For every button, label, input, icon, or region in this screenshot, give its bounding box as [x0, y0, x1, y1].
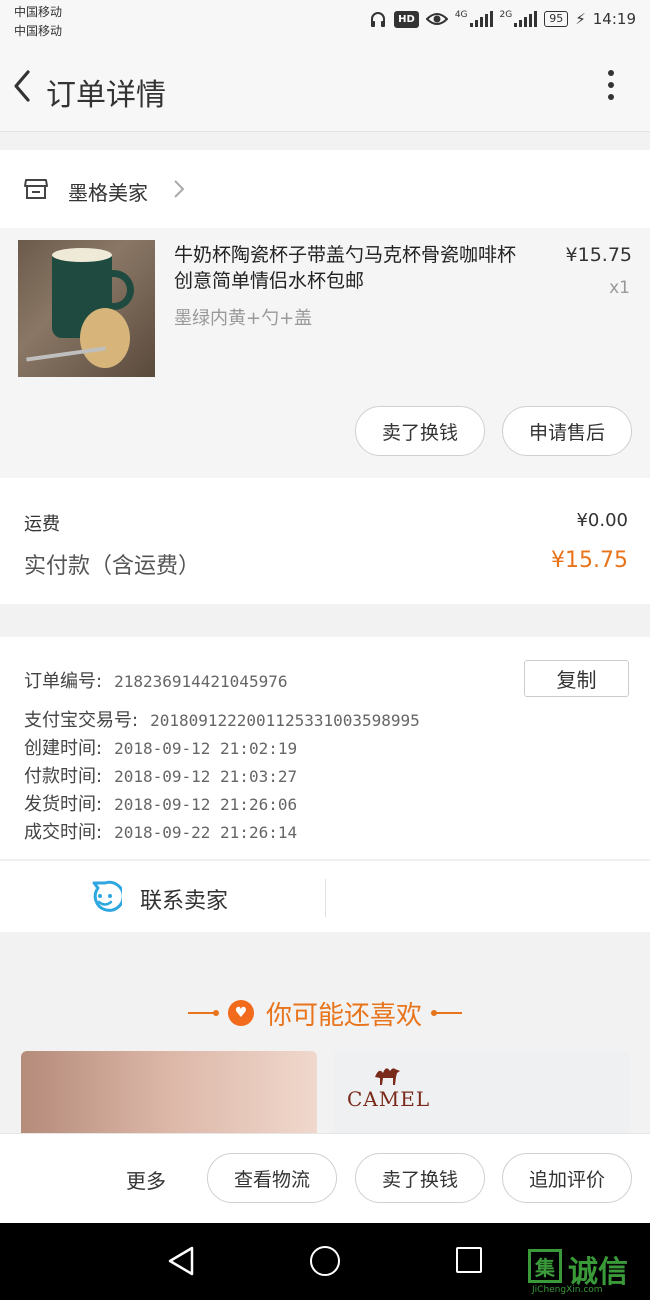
contact-bar: 联系卖家	[0, 860, 650, 932]
fee-summary: 运费 ¥0.00 实付款（含运费） ¥15.75	[0, 478, 650, 604]
order-number-row: 订单编号: 218236914421045976	[24, 671, 288, 692]
eye-icon	[425, 13, 448, 25]
product-title[interactable]: 牛奶杯陶瓷杯子带盖勺马克杯骨瓷咖啡杯创意简单情侣水杯包邮	[174, 242, 529, 294]
status-bar: 中国移动 中国移动 HD 4G 2G 95 ⚡ 14:19	[0, 0, 650, 48]
charging-icon: ⚡	[575, 10, 586, 28]
product-item[interactable]: 牛奶杯陶瓷杯子带盖勺马克杯骨瓷咖啡杯创意简单情侣水杯包邮 墨绿内黄+勺+盖 ¥1…	[0, 228, 650, 478]
signal-2g-icon: 2G	[500, 11, 538, 27]
divider	[325, 879, 326, 917]
completed-time-row: 成交时间: 2018-09-22 21:26:14	[24, 822, 298, 843]
product-price: ¥15.75	[565, 244, 632, 266]
view-logistics-button[interactable]: 查看物流	[207, 1153, 337, 1203]
decor-line	[187, 1010, 219, 1016]
store-row[interactable]: 墨格美家	[0, 150, 650, 228]
battery-indicator: 95	[544, 11, 569, 27]
recommend-card[interactable]	[21, 1051, 317, 1133]
add-review-button[interactable]: 追加评价	[502, 1153, 632, 1203]
headphones-icon	[371, 12, 386, 27]
brand-logo: CAMEL	[347, 1087, 431, 1111]
contact-seller-button[interactable]: 联系卖家	[140, 883, 228, 915]
paid-time-row: 付款时间: 2018-09-12 21:03:27	[24, 766, 298, 787]
nav-bar: 订单详情	[0, 48, 650, 132]
back-arrow-icon[interactable]	[8, 66, 38, 106]
carrier-1: 中国移动	[14, 5, 63, 19]
watermark-url: JiChengXin.com	[532, 1285, 603, 1295]
product-thumbnail[interactable]	[18, 240, 155, 377]
created-time-row: 创建时间: 2018-09-12 21:02:19	[24, 738, 298, 759]
store-icon	[24, 179, 48, 199]
watermark-logo: 集 诚信 JiChengXin.com	[524, 1227, 644, 1297]
after-sales-button[interactable]: 申请售后	[502, 406, 632, 456]
camel-logo-icon	[375, 1068, 400, 1085]
system-nav-bar: 集 诚信 JiChengXin.com	[0, 1223, 650, 1300]
status-icons: HD 4G 2G 95 ⚡ 14:19	[369, 10, 636, 28]
carrier-2: 中国移动	[14, 24, 63, 38]
chevron-right-icon	[174, 180, 185, 198]
store-name: 墨格美家	[68, 181, 148, 205]
paid-label: 实付款（含运费）	[24, 554, 201, 579]
more-button[interactable]: 更多	[126, 1165, 166, 1194]
system-home-icon[interactable]	[310, 1246, 340, 1276]
more-vertical-icon[interactable]	[606, 70, 616, 110]
chat-smile-icon[interactable]	[88, 880, 122, 914]
shipping-value: ¥0.00	[576, 510, 628, 531]
paid-value: ¥15.75	[551, 548, 628, 573]
copy-order-number-button[interactable]: 复制	[524, 660, 629, 697]
sell-for-cash-button[interactable]: 卖了换钱	[355, 1153, 485, 1203]
shipping-label: 运费	[24, 514, 60, 535]
clock: 14:19	[592, 10, 636, 28]
sell-for-cash-button[interactable]: 卖了换钱	[355, 406, 485, 456]
watermark-box: 集	[528, 1249, 562, 1283]
shipped-time-row: 发货时间: 2018-09-12 21:26:06	[24, 794, 298, 815]
alipay-trade-row: 支付宝交易号: 2018091222001125331003598995	[24, 710, 420, 731]
product-quantity: x1	[609, 278, 630, 298]
system-recents-icon[interactable]	[456, 1247, 482, 1273]
heart-icon: ♥	[227, 1000, 254, 1026]
system-back-icon[interactable]	[166, 1245, 196, 1277]
product-sku: 墨绿内黄+勺+盖	[174, 308, 313, 329]
bottom-action-bar: 更多 查看物流 卖了换钱 追加评价	[0, 1133, 650, 1223]
recommend-title: 你可能还喜欢	[265, 1000, 422, 1031]
signal-4g-icon: 4G	[455, 11, 493, 27]
order-info: 复制 订单编号: 218236914421045976 支付宝交易号: 201809…	[0, 637, 650, 859]
page-title: 订单详情	[46, 78, 166, 113]
recommend-card[interactable]: CAMEL	[333, 1051, 629, 1133]
hd-badge: HD	[394, 10, 419, 28]
decor-line	[431, 1010, 462, 1016]
recommend-header: ♥ 你可能还喜欢	[0, 985, 650, 1041]
